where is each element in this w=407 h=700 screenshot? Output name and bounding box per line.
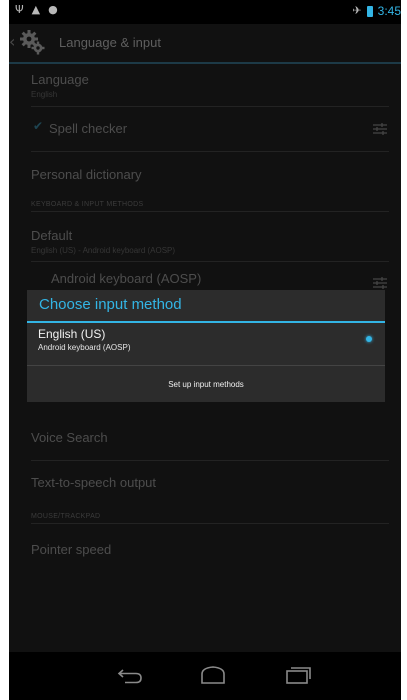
- check-icon[interactable]: ✔: [33, 119, 43, 133]
- status-bar: Ψ ▲ ● ✈ 3:45: [9, 0, 401, 24]
- pref-voice-search[interactable]: Voice Search: [31, 430, 381, 445]
- dialog-title: Choose input method: [39, 296, 182, 313]
- status-bar-notifications: Ψ ▲ ●: [15, 4, 58, 16]
- pref-language-summary: English: [31, 90, 58, 99]
- up-caret-icon[interactable]: ‹: [9, 32, 15, 51]
- input-method-option-subtitle: Android keyboard (AOSP): [38, 343, 131, 352]
- navigation-bar: [9, 652, 401, 700]
- choose-input-method-dialog: Choose input method English (US) Android…: [27, 290, 385, 402]
- pref-pointer-speed[interactable]: Pointer speed: [31, 542, 381, 557]
- back-icon[interactable]: [116, 664, 144, 686]
- input-method-option-title: English (US): [38, 327, 106, 341]
- pref-default[interactable]: Default English (US) - Android keyboard …: [31, 228, 381, 255]
- pref-android-keyboard[interactable]: Android keyboard (AOSP): [51, 271, 381, 286]
- pref-personal-dictionary[interactable]: Personal dictionary: [31, 167, 381, 182]
- keyboard-settings-icon[interactable]: [373, 277, 387, 289]
- pref-voice-search-title: Voice Search: [31, 430, 108, 445]
- spell-checker-settings-icon[interactable]: [373, 123, 387, 135]
- section-divider: [31, 211, 389, 212]
- pref-language[interactable]: Language English: [31, 72, 381, 99]
- pref-default-title: Default: [31, 228, 73, 243]
- pref-spell-checker-title: Spell checker: [49, 121, 128, 136]
- pref-language-title: Language: [31, 72, 89, 87]
- page-title: Language & input: [59, 35, 161, 50]
- divider: [31, 151, 389, 152]
- battery-icon: [366, 5, 373, 17]
- section-divider: [31, 523, 389, 524]
- radio-selected-icon[interactable]: [366, 336, 372, 342]
- android-icon: ●: [48, 3, 58, 16]
- pref-personal-dictionary-title: Personal dictionary: [31, 167, 142, 182]
- usb-icon: Ψ: [15, 3, 24, 16]
- pref-spell-checker[interactable]: Spell checker: [49, 121, 381, 136]
- divider: [31, 460, 389, 461]
- input-method-option[interactable]: English (US) Android keyboard (AOSP): [27, 323, 385, 357]
- divider: [31, 106, 389, 107]
- pref-pointer-speed-title: Pointer speed: [31, 542, 112, 557]
- section-header-keyboard: KEYBOARD & INPUT METHODS: [31, 201, 144, 208]
- clock: 3:45: [377, 4, 401, 18]
- divider: [31, 261, 389, 262]
- status-bar-system: ✈ 3:45: [352, 4, 401, 18]
- set-up-input-methods-button[interactable]: Set up input methods: [27, 366, 385, 402]
- device-screen: Ψ ▲ ● ✈ 3:45 ‹ Language & input Language…: [9, 0, 401, 700]
- gear-icon[interactable]: [19, 28, 47, 56]
- recent-apps-icon[interactable]: [284, 664, 312, 686]
- airplane-icon: ✈: [352, 4, 362, 17]
- section-header-mouse: MOUSE/TRACKPAD: [31, 513, 101, 520]
- action-bar: ‹ Language & input: [9, 24, 401, 64]
- pref-default-summary: English (US) - Android keyboard (AOSP): [31, 246, 176, 255]
- home-icon[interactable]: [199, 664, 227, 686]
- pref-android-keyboard-title: Android keyboard (AOSP): [51, 271, 202, 286]
- notification-icon: ▲: [31, 3, 41, 16]
- pref-tts-output[interactable]: Text-to-speech output: [31, 475, 381, 490]
- pref-tts-output-title: Text-to-speech output: [31, 475, 157, 490]
